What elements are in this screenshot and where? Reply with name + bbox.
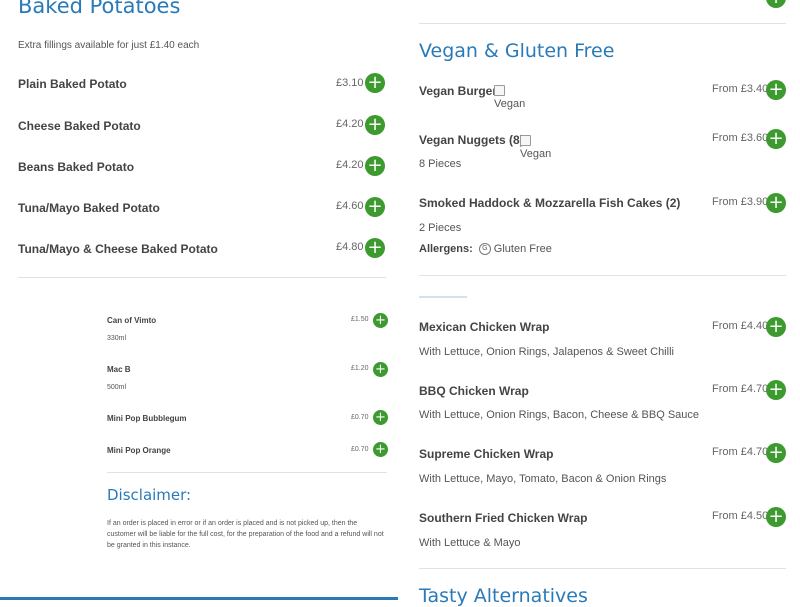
section-note: Extra fillings available for just £1.40 … (18, 40, 200, 51)
menu-item-price: From £3.60 (712, 132, 769, 144)
add-item-button[interactable]: + (365, 197, 385, 217)
add-item-button[interactable]: + (766, 443, 786, 463)
menu-item-price: £0.70 (351, 446, 369, 453)
broken-image-icon (494, 85, 505, 96)
menu-item-name: Tuna/Mayo & Cheese Baked Potato (18, 242, 218, 256)
menu-item-name: Supreme Chicken Wrap (419, 447, 554, 461)
plus-icon: + (768, 128, 784, 149)
menu-item-name: Mexican Chicken Wrap (419, 320, 550, 334)
section-divider (107, 472, 387, 473)
plus-icon: + (367, 237, 383, 258)
menu-item-price: From £3.90 (712, 196, 769, 208)
section-divider (18, 277, 386, 278)
plus-icon: + (375, 442, 386, 457)
menu-item-price: £1.20 (351, 365, 369, 372)
add-item-button[interactable]: + (365, 238, 385, 258)
menu-item-price: From £4.40 (712, 320, 769, 332)
menu-item-name: Vegan Nuggets (8) (419, 133, 524, 147)
menu-item-price: From £4.70 (712, 446, 769, 458)
add-item-button[interactable]: + (766, 80, 786, 100)
plus-icon: + (768, 79, 784, 100)
menu-item-price: £3.10 (336, 77, 364, 89)
gluten-free-icon: G (478, 243, 491, 255)
menu-item-name: Vegan Burger (419, 84, 498, 98)
menu-item-description: With Lettuce, Mayo, Tomato, Bacon & Onio… (419, 473, 667, 485)
menu-item-name: BBQ Chicken Wrap (419, 384, 529, 398)
add-item-button[interactable]: + (373, 362, 388, 377)
plus-icon: + (768, 379, 784, 400)
plus-icon: + (375, 410, 386, 425)
add-item-button[interactable]: + (766, 507, 786, 527)
menu-item-name: Plain Baked Potato (18, 77, 127, 91)
plus-icon: + (367, 196, 383, 217)
plus-icon: + (375, 313, 386, 328)
add-item-button[interactable]: + (766, 317, 786, 337)
section-divider (419, 568, 786, 569)
menu-item-description: With Lettuce & Mayo (419, 537, 521, 549)
add-item-button[interactable]: + (766, 193, 786, 213)
section-divider (419, 275, 786, 276)
section-divider (419, 23, 786, 24)
section-title-tasty-alternatives: Tasty Alternatives (419, 585, 588, 607)
menu-item-name: Smoked Haddock & Mozzarella Fish Cakes (… (419, 196, 681, 210)
plus-icon: + (768, 316, 784, 337)
vegan-badge-image: Vegan (494, 85, 525, 111)
menu-item-description: 8 Pieces (419, 158, 462, 170)
add-item-button[interactable]: + (373, 410, 388, 425)
add-item-button[interactable]: + (365, 73, 385, 93)
add-item-button[interactable]: + (365, 115, 385, 135)
menu-item-name: Beans Baked Potato (18, 160, 135, 174)
disclaimer-text: If an order is placed in error or if an … (107, 520, 384, 549)
menu-item-name: Cheese Baked Potato (18, 119, 141, 133)
menu-item-description: With Lettuce, Onion Rings, Bacon, Cheese… (419, 409, 700, 421)
plus-icon: + (367, 114, 383, 135)
menu-item-name: Southern Fried Chicken Wrap (419, 511, 588, 525)
menu-item-price: £4.20 (336, 118, 364, 130)
allergen-value: Gluten Free (493, 243, 552, 255)
image-alt-text: Vegan (494, 98, 526, 110)
menu-item-price: From £4.50 (712, 510, 769, 522)
menu-item-price: £1.50 (351, 316, 369, 323)
plus-icon: + (367, 72, 383, 93)
vegan-badge-image: Vegan (520, 135, 551, 161)
broken-image-icon (520, 135, 531, 146)
add-item-button[interactable]: + (766, 129, 786, 149)
menu-item-price: £0.70 (351, 414, 369, 421)
add-item-button[interactable]: + (365, 156, 385, 176)
menu-item-description: 330ml (107, 335, 127, 342)
clipped-heading-fragment (419, 296, 467, 298)
menu-item-name: Can of Vimto (107, 316, 157, 325)
menu-item-name: Mini Pop Bubblegum (107, 414, 187, 423)
plus-icon: + (768, 192, 784, 213)
section-title-baked-potatoes: Baked Potatoes (18, 0, 181, 18)
menu-item-price: From £4.70 (712, 383, 769, 395)
section-title-vegan: Vegan & Gluten Free (419, 40, 615, 62)
menu-item-description: 2 Pieces (419, 222, 462, 234)
plus-icon: + (375, 362, 386, 377)
allergens-row: Allergens: G Gluten Free (419, 243, 552, 255)
menu-item-description: 500ml (107, 384, 127, 391)
menu-item-name: Mini Pop Orange (107, 446, 171, 455)
menu-item-price: From £3.40 (712, 83, 769, 95)
menu-item-price: £4.80 (336, 241, 364, 253)
menu-item-price: £4.20 (336, 159, 364, 171)
add-item-button[interactable]: + (766, 380, 786, 400)
menu-item-price: £4.60 (336, 200, 364, 212)
menu-item-name: Mac B (107, 365, 131, 374)
plus-icon: + (768, 506, 784, 527)
add-item-button[interactable]: + (373, 442, 388, 457)
add-item-button[interactable]: + (766, 0, 786, 8)
image-alt-text: Vegan (520, 148, 552, 160)
allergens-label: Allergens: (419, 243, 473, 255)
plus-icon: + (768, 0, 783, 7)
disclaimer-title: Disclaimer: (107, 486, 192, 504)
menu-item-description: With Lettuce, Onion Rings, Jalapenos & S… (419, 346, 674, 358)
add-item-button[interactable]: + (373, 313, 388, 328)
menu-item-name: Tuna/Mayo Baked Potato (18, 201, 160, 215)
plus-icon: + (768, 442, 784, 463)
plus-icon: + (367, 155, 383, 176)
